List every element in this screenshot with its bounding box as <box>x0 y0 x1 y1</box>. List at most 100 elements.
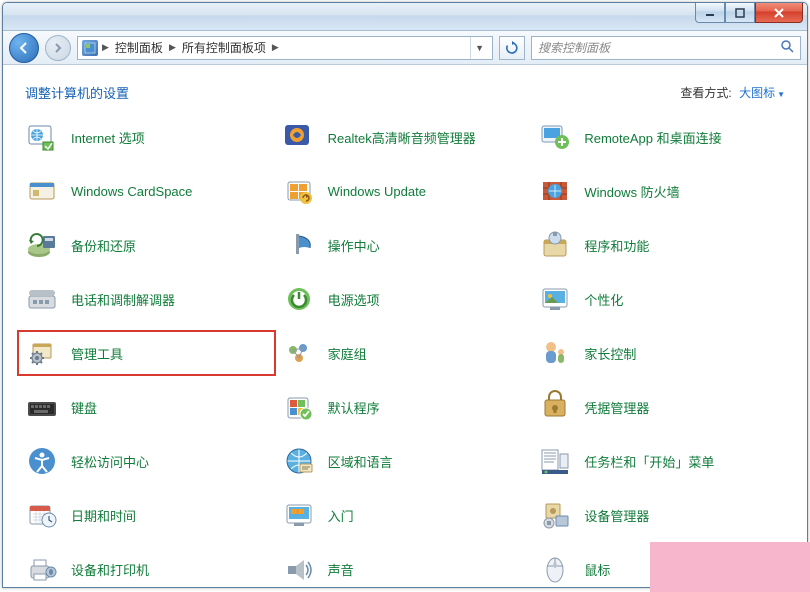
homegroup-icon <box>282 336 316 370</box>
cp-item-action-center[interactable]: 操作中心 <box>282 226 529 264</box>
realtek-icon <box>282 120 316 154</box>
forward-button[interactable] <box>45 35 71 61</box>
overlay-patch <box>650 542 810 592</box>
item-label: Internet 选项 <box>71 128 145 147</box>
item-label: 电源选项 <box>328 290 380 309</box>
cp-item-credential-manager[interactable]: 凭据管理器 <box>538 388 785 426</box>
cp-item-realtek[interactable]: Realtek高清晰音频管理器 <box>282 118 529 156</box>
item-label: 入门 <box>328 506 354 525</box>
address-dropdown[interactable]: ▼ <box>470 37 488 59</box>
cardspace-icon <box>25 174 59 208</box>
default-programs-icon <box>282 390 316 424</box>
credential-manager-icon <box>538 390 572 424</box>
devices-printers-icon <box>25 552 59 586</box>
refresh-button[interactable] <box>499 36 525 60</box>
cp-item-firewall[interactable]: Windows 防火墙 <box>538 172 785 210</box>
cp-item-admin-tools[interactable]: 管理工具 <box>21 334 272 372</box>
cp-item-parental-controls[interactable]: 家长控制 <box>538 334 785 372</box>
item-label: 电话和调制解调器 <box>71 290 175 309</box>
window-buttons <box>695 3 803 23</box>
power-options-icon <box>282 282 316 316</box>
cp-item-taskbar-startmenu[interactable]: 任务栏和「开始」菜单 <box>538 442 785 480</box>
back-button[interactable] <box>9 33 39 63</box>
firewall-icon <box>538 174 572 208</box>
item-label: 操作中心 <box>328 236 380 255</box>
keyboard-icon <box>25 390 59 424</box>
page-header: 调整计算机的设置 查看方式: 大图标▼ <box>3 65 807 112</box>
taskbar-startmenu-icon <box>538 444 572 478</box>
internet-options-icon <box>25 120 59 154</box>
cp-item-ease-of-access[interactable]: 轻松访问中心 <box>25 442 272 480</box>
item-label: 默认程序 <box>328 398 380 417</box>
cp-item-keyboard[interactable]: 键盘 <box>25 388 272 426</box>
getting-started-icon <box>282 498 316 532</box>
item-label: 声音 <box>328 560 354 579</box>
cp-item-devices-printers[interactable]: 设备和打印机 <box>25 550 272 587</box>
view-selector[interactable]: 大图标▼ <box>739 86 785 100</box>
cp-item-internet-options[interactable]: Internet 选项 <box>25 118 272 156</box>
content-area: 调整计算机的设置 查看方式: 大图标▼ Internet 选项 Realtek高清… <box>3 65 807 587</box>
cp-item-region-language[interactable]: 区域和语言 <box>282 442 529 480</box>
phone-modem-icon <box>25 282 59 316</box>
chevron-right-icon: ▶ <box>272 42 279 53</box>
item-label: 家庭组 <box>328 344 367 363</box>
item-label: Windows CardSpace <box>71 184 192 199</box>
cp-item-phone-modem[interactable]: 电话和调制解调器 <box>25 280 272 318</box>
control-panel-icon <box>82 40 98 56</box>
cp-item-default-programs[interactable]: 默认程序 <box>282 388 529 426</box>
search-placeholder: 搜索控制面板 <box>538 39 780 56</box>
address-bar[interactable]: ▶ 控制面板 ▶ 所有控制面板项 ▶ ▼ <box>77 36 493 60</box>
item-label: 区域和语言 <box>328 452 393 471</box>
minimize-button[interactable] <box>695 3 725 23</box>
items-grid: Internet 选项 Realtek高清晰音频管理器 RemoteApp 和桌面连… <box>3 112 807 587</box>
personalization-icon <box>538 282 572 316</box>
maximize-button[interactable] <box>725 3 755 23</box>
remoteapp-icon <box>538 120 572 154</box>
cp-item-cardspace[interactable]: Windows CardSpace <box>25 172 272 210</box>
item-label: 凭据管理器 <box>584 398 649 417</box>
item-label: 日期和时间 <box>71 506 136 525</box>
cp-item-windows-update[interactable]: Windows Update <box>282 172 529 210</box>
cp-item-backup-restore[interactable]: 备份和还原 <box>25 226 272 264</box>
sound-icon <box>282 552 316 586</box>
item-label: 鼠标 <box>584 560 610 579</box>
view-label: 查看方式: <box>680 86 731 100</box>
cp-item-power-options[interactable]: 电源选项 <box>282 280 529 318</box>
item-label: 设备管理器 <box>584 506 649 525</box>
item-label: Realtek高清晰音频管理器 <box>328 128 476 147</box>
search-input[interactable]: 搜索控制面板 <box>531 36 801 60</box>
cp-item-personalization[interactable]: 个性化 <box>538 280 785 318</box>
ease-of-access-icon <box>25 444 59 478</box>
device-manager-icon <box>538 498 572 532</box>
item-label: 设备和打印机 <box>71 560 149 579</box>
cp-item-sound[interactable]: 声音 <box>282 550 529 587</box>
cp-item-remoteapp[interactable]: RemoteApp 和桌面连接 <box>538 118 785 156</box>
control-panel-window: ▶ 控制面板 ▶ 所有控制面板项 ▶ ▼ 搜索控制面板 调整计算机的设置 查看方… <box>2 2 808 588</box>
item-label: 备份和还原 <box>71 236 136 255</box>
cp-item-getting-started[interactable]: 入门 <box>282 496 529 534</box>
cp-item-homegroup[interactable]: 家庭组 <box>282 334 529 372</box>
item-label: Windows Update <box>328 184 426 199</box>
item-label: 家长控制 <box>584 344 636 363</box>
action-center-icon <box>282 228 316 262</box>
close-button[interactable] <box>755 3 803 23</box>
item-label: 个性化 <box>584 290 623 309</box>
view-mode: 查看方式: 大图标▼ <box>680 84 785 101</box>
admin-tools-icon <box>25 336 59 370</box>
titlebar <box>3 3 807 31</box>
item-label: 轻松访问中心 <box>71 452 149 471</box>
item-label: 管理工具 <box>71 344 123 363</box>
cp-item-date-time[interactable]: 日期和时间 <box>25 496 272 534</box>
programs-features-icon <box>538 228 572 262</box>
item-label: RemoteApp 和桌面连接 <box>584 128 721 147</box>
mouse-icon <box>538 552 572 586</box>
region-language-icon <box>282 444 316 478</box>
cp-item-programs-features[interactable]: 程序和功能 <box>538 226 785 264</box>
breadcrumb-segment[interactable]: 所有控制面板项 <box>180 39 268 56</box>
item-label: 键盘 <box>71 398 97 417</box>
windows-update-icon <box>282 174 316 208</box>
item-label: 任务栏和「开始」菜单 <box>584 452 714 471</box>
parental-controls-icon <box>538 336 572 370</box>
cp-item-device-manager[interactable]: 设备管理器 <box>538 496 785 534</box>
breadcrumb-segment[interactable]: 控制面板 <box>113 39 165 56</box>
